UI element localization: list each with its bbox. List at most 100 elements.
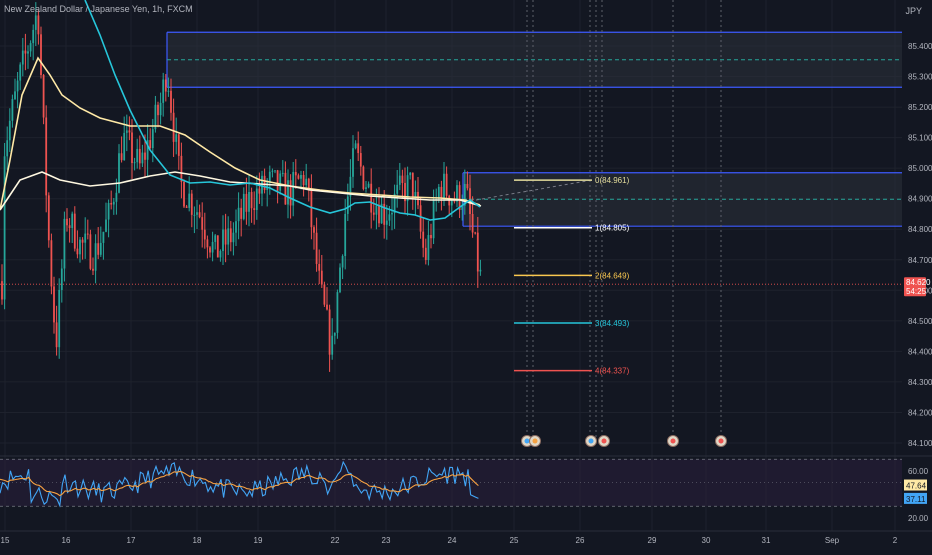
candle-body (370, 183, 373, 213)
event-marker-dot-5 (718, 438, 724, 444)
candle-body (224, 229, 227, 245)
candle-body (323, 284, 326, 305)
candle-body (170, 90, 172, 113)
fib-label-4: 4(84.337) (595, 367, 630, 376)
event-marker-dot-0 (524, 438, 530, 444)
candle-body (196, 212, 198, 215)
candle-body (63, 218, 66, 269)
candle-body (180, 155, 183, 182)
candle-body (242, 193, 245, 219)
candle-body (276, 170, 279, 191)
candle-body (138, 148, 141, 164)
candle-body (14, 91, 16, 100)
candle-body (372, 212, 375, 215)
price-tick-1: 85.300 (908, 73, 932, 82)
candle-body (281, 172, 284, 174)
candle-body (245, 193, 248, 212)
candle-body (92, 268, 94, 271)
candle-body (29, 43, 32, 52)
candle-body (66, 218, 68, 226)
candle-body (209, 247, 211, 253)
candle-body (27, 51, 29, 54)
candle-body (6, 140, 9, 157)
candle-body (141, 152, 144, 164)
candle-body (79, 239, 81, 255)
candle-body (107, 203, 110, 220)
candle-body (45, 117, 48, 196)
candle-body (333, 332, 336, 336)
price-tick-11: 84.300 (908, 378, 932, 387)
candle-body (86, 233, 89, 235)
candle-body (302, 174, 305, 186)
candle-body (248, 192, 250, 212)
candle-body (219, 251, 222, 258)
chart-canvas[interactable]: 0(84.961) 1(84.805) 2(84.649) 3(84.493) 4(84… (0, 0, 932, 550)
candle-body (396, 184, 399, 194)
candle-body (271, 170, 274, 172)
candle-body (401, 175, 404, 183)
time-tick-10: 29 (648, 536, 657, 545)
candle-body (365, 187, 367, 189)
candle-body (240, 207, 243, 219)
candle-body (8, 120, 11, 141)
candle-body (55, 322, 58, 348)
time-tick-4: 19 (254, 536, 263, 545)
chart-root[interactable]: 0(84.961) 1(84.805) 2(84.649) 3(84.493) 4(84… (0, 0, 932, 550)
candle-body (466, 183, 469, 189)
price-tick-13: 84.100 (908, 439, 932, 448)
candle-body (162, 79, 165, 103)
candle-body (47, 195, 50, 241)
candle-body (471, 214, 474, 233)
time-tick-7: 24 (448, 536, 457, 545)
candle-body (128, 130, 131, 133)
candle-body (367, 183, 370, 188)
candle-body (300, 174, 302, 179)
candle-body (318, 263, 321, 271)
fib-label-3: 3(84.493) (595, 319, 630, 328)
candle-body (253, 208, 256, 210)
price-tick-7: 84.700 (908, 256, 932, 265)
candle-body (419, 205, 422, 232)
candle-body (58, 289, 61, 348)
time-tick-3: 18 (193, 536, 202, 545)
candle-body (201, 217, 204, 230)
time-tick-0: 15 (1, 536, 10, 545)
candle-body (320, 270, 323, 285)
candle-body (144, 152, 146, 160)
candle-body (190, 193, 193, 215)
candle-body (123, 132, 126, 161)
candle-body (336, 292, 339, 333)
candle-body (118, 153, 120, 193)
candle-body (339, 267, 341, 293)
event-marker-dot-1 (532, 438, 538, 444)
candle-body (443, 173, 445, 199)
candle-body (167, 90, 170, 92)
candle-body (409, 172, 412, 176)
candle-body (50, 240, 53, 287)
fib-label-0: 0(84.961) (595, 176, 630, 185)
candle-body (89, 234, 92, 269)
rsi-signal-value: 47.64 (906, 482, 927, 491)
time-tick-8: 25 (510, 536, 519, 545)
candle-body (53, 286, 55, 323)
candle-body (227, 228, 230, 245)
time-tick-14: 2 (893, 536, 898, 545)
candle-body (440, 186, 443, 199)
event-marker-dot-3 (601, 438, 607, 444)
candle-body (110, 203, 113, 205)
candle-body (11, 99, 14, 121)
candle-body (258, 188, 261, 194)
candle-body (331, 335, 334, 355)
candle-body (112, 201, 115, 205)
candle-body (203, 229, 206, 240)
candle-body (422, 231, 425, 248)
candle-body (214, 235, 217, 242)
candle-body (157, 104, 159, 116)
candle-body (102, 231, 105, 243)
candle-body (68, 225, 71, 229)
candle-body (414, 191, 417, 200)
candle-body (60, 268, 63, 290)
current-price-value: 84.620 (906, 278, 931, 287)
price-tick-5: 84.900 (908, 195, 932, 204)
candle-body (232, 232, 235, 243)
